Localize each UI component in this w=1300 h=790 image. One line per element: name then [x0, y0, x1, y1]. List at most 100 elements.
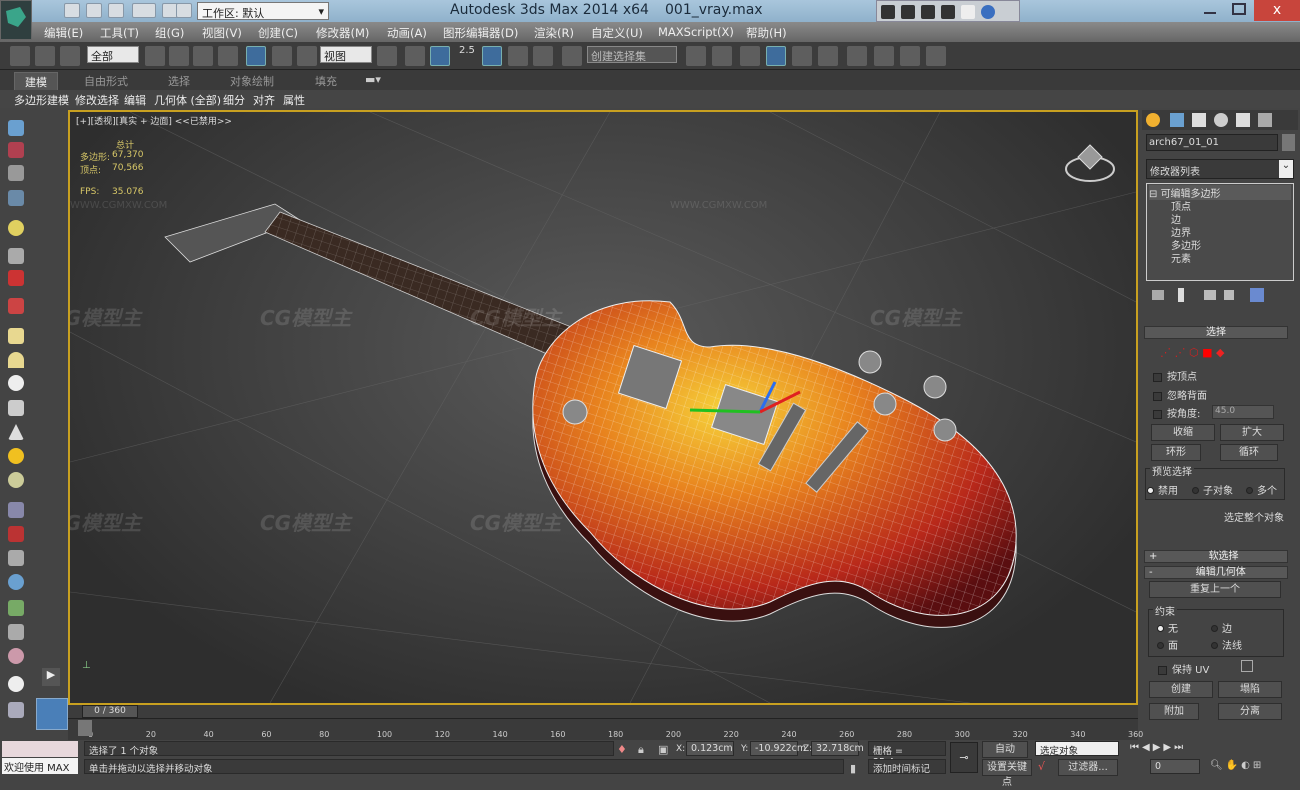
curve-editor-icon[interactable]	[792, 46, 812, 66]
rollout-edit-geometry[interactable]: - 编辑几何体	[1144, 566, 1288, 579]
keyboard-shortcut-override-icon[interactable]	[430, 46, 450, 66]
constraint-normal-radio[interactable]: 法线	[1211, 637, 1242, 652]
material-editor-icon[interactable]	[847, 46, 867, 66]
select-and-scale-icon[interactable]	[297, 46, 317, 66]
percent-snap-icon[interactable]	[508, 46, 528, 66]
modify-tab-icon[interactable]	[1170, 113, 1184, 127]
save-icon[interactable]	[108, 3, 124, 18]
menu-edit[interactable]: 编辑(E)	[44, 25, 83, 41]
cone-icon[interactable]	[8, 424, 24, 440]
camera-icon[interactable]	[8, 270, 24, 286]
tab-modeling[interactable]: 建模	[14, 72, 58, 92]
motion-tab-icon[interactable]	[1214, 113, 1228, 127]
constraint-edge-radio[interactable]: 边	[1211, 620, 1232, 635]
help-icon[interactable]	[981, 5, 995, 19]
app-logo[interactable]	[0, 0, 32, 40]
named-selection-sets-dropdown[interactable]: 创建选择集	[587, 46, 677, 63]
show-end-result-icon[interactable]	[1178, 288, 1184, 302]
by-vertex-checkbox[interactable]: 按顶点	[1153, 368, 1197, 383]
box-icon[interactable]	[8, 328, 24, 344]
preserve-uv-settings-icon[interactable]	[1241, 660, 1253, 672]
subobject-level-icons[interactable]: ⋰ ⋰ ⬡ ■ ◆	[1160, 346, 1224, 359]
panel-properties[interactable]: 属性	[283, 92, 305, 108]
tab-object-paint[interactable]: 对象绘制	[230, 73, 274, 89]
wrench-icon[interactable]	[901, 5, 915, 19]
key-filters-button[interactable]: 过滤器...	[1058, 759, 1118, 776]
rollout-selection[interactable]: 选择	[1144, 326, 1288, 339]
object-color-swatch[interactable]	[1282, 134, 1295, 151]
material-icon[interactable]	[8, 142, 24, 158]
angle-spinner[interactable]: 45.0	[1212, 405, 1274, 419]
collapse-button[interactable]: 塌陷	[1218, 681, 1282, 698]
tab-freeform[interactable]: 自由形式	[84, 73, 128, 89]
particle-icon[interactable]	[8, 502, 24, 518]
minimize-button[interactable]	[1204, 12, 1216, 14]
playback-controls[interactable]: ⏮◀▶▶⏭	[1130, 742, 1186, 753]
select-and-move-icon[interactable]	[246, 46, 266, 66]
key-filter-dropdown[interactable]: 选定对象	[1035, 741, 1119, 757]
tab-selection[interactable]: 选择	[168, 73, 190, 89]
ignore-backfacing-checkbox[interactable]: 忽略背面	[1153, 387, 1207, 402]
preview-off-radio[interactable]: 禁用	[1147, 482, 1178, 497]
select-by-name-icon[interactable]	[169, 46, 189, 66]
isolate-selection-icon[interactable]: ♦	[617, 743, 627, 756]
loop-button[interactable]: 循环	[1220, 444, 1278, 461]
lock-selection-icon[interactable]: 🔒︎	[638, 743, 644, 757]
menu-tools[interactable]: 工具(T)	[100, 25, 139, 41]
x-coordinate-field[interactable]: 0.123cm	[686, 741, 734, 756]
menu-graph-editors[interactable]: 图形编辑器(D)	[443, 25, 518, 41]
layer-manager-icon[interactable]	[740, 46, 760, 66]
render-icon[interactable]	[8, 298, 24, 314]
list-icon[interactable]	[8, 165, 24, 181]
make-unique-icon[interactable]	[1204, 290, 1216, 300]
hierarchy-tab-icon[interactable]	[1192, 113, 1206, 127]
absolute-mode-icon[interactable]: ▣	[658, 743, 668, 756]
texture-icon[interactable]	[8, 648, 24, 664]
panel-geometry-all[interactable]: 几何体 (全部)	[154, 92, 221, 108]
project-folder-icon[interactable]	[176, 3, 192, 18]
add-time-tag[interactable]: 添加时间标记	[868, 759, 946, 775]
menu-modifiers[interactable]: 修改器(M)	[316, 25, 369, 41]
new-file-icon[interactable]	[64, 3, 80, 18]
align-icon[interactable]	[712, 46, 732, 66]
menu-maxscript[interactable]: MAXScript(X)	[658, 25, 734, 39]
by-angle-checkbox[interactable]: 按角度:	[1153, 405, 1200, 420]
link-icon[interactable]	[10, 46, 30, 66]
white-sphere-icon[interactable]	[8, 676, 24, 692]
object-name-field[interactable]: arch67_01_01	[1146, 134, 1278, 151]
unlink-icon[interactable]	[35, 46, 55, 66]
undo-icon[interactable]	[132, 3, 156, 18]
satellite-icon[interactable]	[921, 5, 935, 19]
key-mode-icon[interactable]: √	[1038, 760, 1045, 773]
viewport-navigation-icons[interactable]: 🔍︎✋◐⊞	[1210, 760, 1264, 771]
manipulate-icon[interactable]	[405, 46, 425, 66]
mini-curve-editor-icon[interactable]	[78, 720, 92, 736]
hierarchy-icon[interactable]	[8, 550, 24, 566]
selection-filter-dropdown[interactable]: 全部	[87, 46, 139, 63]
remove-modifier-icon[interactable]	[1224, 290, 1234, 300]
hair-icon[interactable]	[8, 624, 24, 640]
window-crossing-icon[interactable]	[218, 46, 238, 66]
sphere-icon[interactable]	[8, 375, 24, 391]
mirror-icon[interactable]	[686, 46, 706, 66]
render-production-icon[interactable]	[926, 46, 946, 66]
render-setup-icon[interactable]	[874, 46, 894, 66]
bind-space-warp-icon[interactable]	[60, 46, 80, 66]
dynamics-icon[interactable]	[8, 526, 24, 542]
snaps-toggle[interactable]: 2.5	[459, 45, 475, 56]
play-icon[interactable]: ▶	[42, 668, 60, 686]
menu-customize[interactable]: 自定义(U)	[591, 25, 643, 41]
viewport-layout-icon[interactable]	[36, 698, 68, 730]
angle-snap-icon[interactable]	[482, 46, 502, 66]
ball-icon[interactable]	[8, 472, 24, 488]
perspective-viewport[interactable]: [+][透视][真实 + 边面] <<已禁用>> 总计 多边形: 67,370 …	[68, 110, 1138, 705]
select-object-icon[interactable]	[145, 46, 165, 66]
modifier-list-dropdown[interactable]: 修改器列表 ⌄	[1146, 159, 1294, 179]
panel-subdivision[interactable]: 细分	[223, 92, 245, 108]
open-file-icon[interactable]	[86, 3, 102, 18]
create-button[interactable]: 创建	[1149, 681, 1213, 698]
set-key-button[interactable]: 设置关键点	[982, 759, 1032, 788]
maximize-button[interactable]	[1232, 3, 1246, 15]
time-slider[interactable]: 0 / 360	[68, 705, 1138, 718]
current-frame-field[interactable]: 0	[1150, 759, 1200, 774]
